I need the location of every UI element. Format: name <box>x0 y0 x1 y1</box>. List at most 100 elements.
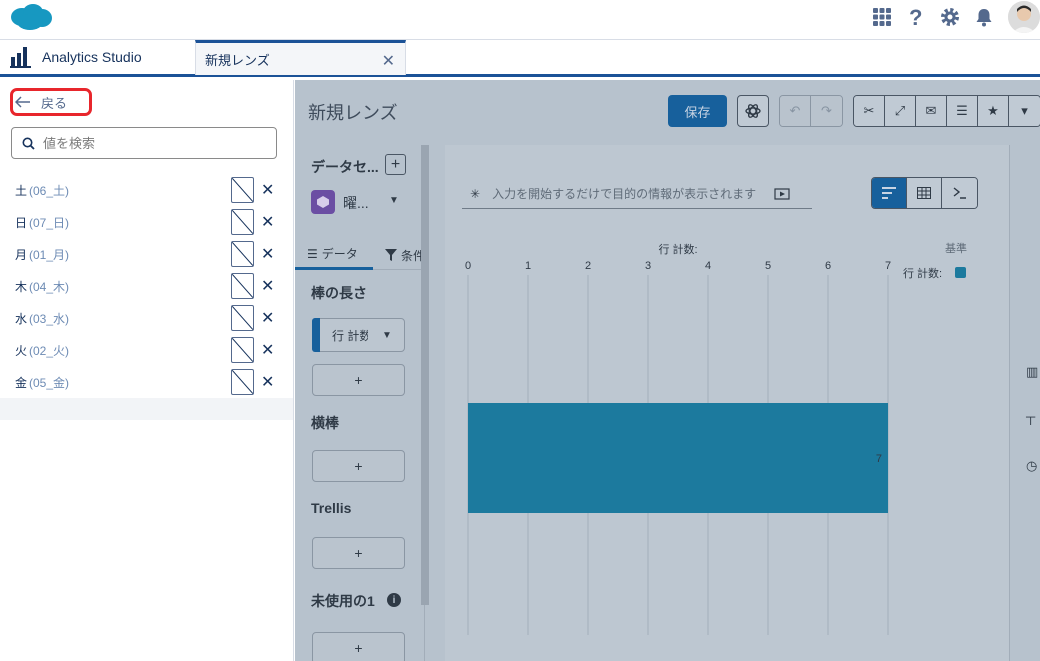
tick-label: 6 <box>825 260 831 272</box>
close-icon[interactable]: ✕ <box>261 276 274 296</box>
close-icon[interactable]: ✕ <box>261 212 274 232</box>
tab-data[interactable]: ☰ データ <box>295 240 373 270</box>
info-icon[interactable]: i <box>387 593 401 607</box>
list-item: 火 (02_火) ✕ <box>0 334 293 366</box>
app-bar: Analytics Studio 新規レンズ ✕ <box>0 40 1040 77</box>
tick-label: 4 <box>705 260 711 272</box>
value-key: (01_月) <box>29 247 70 262</box>
color-swatch[interactable] <box>231 209 254 235</box>
list-item: 日 (07_日) ✕ <box>0 206 293 238</box>
color-swatch[interactable] <box>231 305 254 331</box>
add-unused-button[interactable]: + <box>312 632 405 661</box>
color-swatch[interactable] <box>231 369 254 395</box>
drag-handle[interactable] <box>312 318 320 352</box>
add-bar-group-button[interactable]: + <box>312 450 405 482</box>
undo-icon[interactable]: ↶ <box>780 96 811 126</box>
color-swatch[interactable] <box>231 177 254 203</box>
config-scrollbar[interactable] <box>421 145 429 605</box>
waffle-icon[interactable] <box>870 5 894 29</box>
gear-icon[interactable] <box>938 5 962 29</box>
search-icon <box>22 137 35 150</box>
config-panel: データセ... + 曜... ▼ ☰ データ 条件 棒の長さ 行 計数 ▼ + … <box>295 145 425 661</box>
value-label: 木 <box>15 279 28 294</box>
help-icon[interactable]: ? <box>904 5 928 29</box>
undo-redo-group: ↶ ↷ <box>779 95 843 127</box>
close-icon[interactable]: ✕ <box>261 244 274 264</box>
trellis-label: Trellis <box>311 500 352 516</box>
color-swatch[interactable] <box>231 337 254 363</box>
lens-title: 新規レンズ <box>308 103 398 123</box>
tick-label: 5 <box>765 260 771 272</box>
chevron-down-icon[interactable]: ▾ <box>1009 96 1040 126</box>
add-trellis-button[interactable]: + <box>312 537 405 569</box>
measure-pill[interactable]: 行 計数 ▼ <box>312 318 405 352</box>
analytics-bar-icon <box>10 47 31 68</box>
value-key: (07_日) <box>29 215 70 230</box>
data-label: 7 <box>876 453 882 465</box>
salesforce-cloud-logo[interactable] <box>8 2 54 32</box>
star-icon[interactable]: ★ <box>978 96 1009 126</box>
x-axis-title: 行 計数: <box>658 242 697 256</box>
list-item: 月 (01_月) ✕ <box>0 238 293 270</box>
mail-icon[interactable]: ✉ <box>916 96 947 126</box>
value-list: 土 (06_土) ✕ 日 (07_日) ✕ 月 (01_月) ✕ 木 (04_木) ✕ 水 (03_水) ✕… <box>0 174 293 398</box>
value-label: 土 <box>15 183 28 198</box>
close-icon[interactable]: ✕ <box>261 308 274 328</box>
search-input[interactable] <box>43 135 263 151</box>
close-icon[interactable]: ✕ <box>261 340 274 360</box>
list-footer <box>0 398 293 420</box>
scissors-icon[interactable]: ✂ <box>854 96 885 126</box>
dataset-name[interactable]: 曜... <box>343 193 369 213</box>
add-dataset-button[interactable]: + <box>385 154 406 175</box>
chevron-down-icon[interactable]: ▼ <box>389 195 399 206</box>
value-label: 水 <box>15 311 28 326</box>
config-tabs: ☰ データ 条件 <box>295 240 425 270</box>
close-icon[interactable]: ✕ <box>261 180 274 200</box>
color-swatch[interactable] <box>231 273 254 299</box>
list-item: 土 (06_土) ✕ <box>0 174 293 206</box>
app-name: Analytics Studio <box>42 49 142 65</box>
value-label: 金 <box>15 375 28 390</box>
bar <box>468 403 888 513</box>
dataset-icon <box>311 190 335 214</box>
close-icon[interactable]: ✕ <box>261 372 274 392</box>
dataset-section-title: データセ... <box>311 159 379 175</box>
atom-icon[interactable] <box>737 95 769 127</box>
value-label: 火 <box>15 343 28 358</box>
close-icon[interactable]: ✕ <box>382 51 395 71</box>
bell-icon[interactable] <box>972 5 996 29</box>
redo-icon[interactable]: ↷ <box>811 96 842 126</box>
tick-label: 1 <box>525 260 531 272</box>
lens-editor: 新規レンズ 保存 ↶ ↷ ✂ ⤢ ✉ ☰ ★ ▾ データセ... + 曜... … <box>295 80 1040 661</box>
arrow-left-icon <box>15 96 30 108</box>
tick-label: 2 <box>585 260 591 272</box>
value-color-panel: 戻る 土(06_土)✕日(07_日)✕月(01_月)✕木(04_木)✕水(03_… <box>0 80 294 661</box>
bar-chart: 行 計数:0 1 2 3 4 5 6 77基準行 計数: <box>465 241 967 635</box>
stack-icon[interactable]: ☰ <box>947 96 978 126</box>
filter-icon <box>385 249 397 261</box>
bars-label: 横棒 <box>311 415 339 431</box>
bar-chart-icon[interactable]: ▥ <box>1026 364 1038 380</box>
expand-icon[interactable]: ⤢ <box>885 96 916 126</box>
color-swatch[interactable] <box>231 241 254 267</box>
legend-title: 基準 <box>945 241 967 255</box>
value-search[interactable] <box>11 127 277 159</box>
svg-text:?: ? <box>909 6 922 28</box>
chevron-down-icon[interactable]: ▼ <box>382 330 392 341</box>
format-icon[interactable]: ┬ <box>1026 409 1035 424</box>
back-button[interactable]: 戻る <box>10 88 92 116</box>
tab-filter[interactable]: 条件 <box>385 240 425 270</box>
tab-new-lens[interactable]: 新規レンズ ✕ <box>195 40 406 75</box>
user-avatar[interactable] <box>1008 1 1040 33</box>
value-key: (03_水) <box>29 311 70 326</box>
list-item: 金 (05_金) ✕ <box>0 366 293 398</box>
save-button[interactable]: 保存 <box>668 95 727 127</box>
clock-icon[interactable]: ◷ <box>1026 458 1037 474</box>
global-header: ? <box>0 0 1040 40</box>
app-launcher[interactable]: Analytics Studio <box>10 40 142 74</box>
add-measure-button[interactable]: + <box>312 364 405 396</box>
tick-label: 0 <box>465 260 471 272</box>
tick-label: 7 <box>885 260 891 272</box>
list-item: 木 (04_木) ✕ <box>0 270 293 302</box>
back-label: 戻る <box>41 95 68 111</box>
